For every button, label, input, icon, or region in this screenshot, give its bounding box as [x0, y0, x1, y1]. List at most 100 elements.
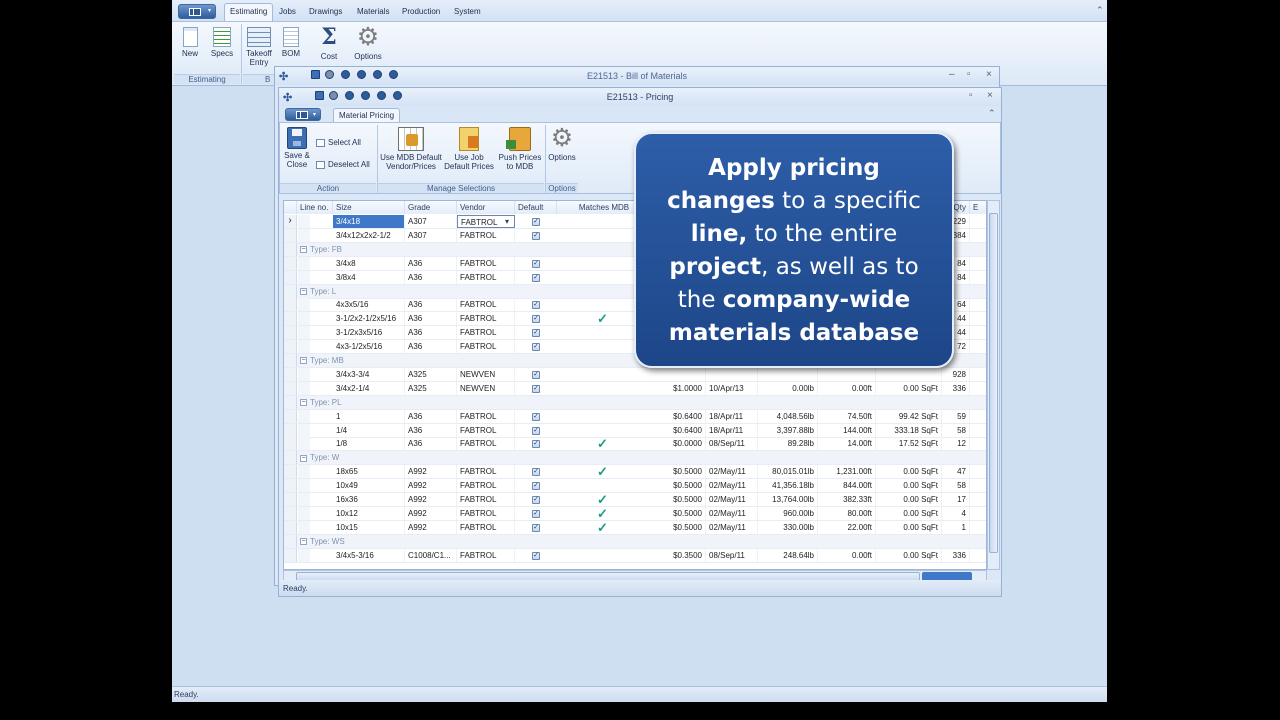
cell-grade[interactable]: A307	[405, 215, 457, 228]
cell-area[interactable]: 0.00 SqFt	[876, 520, 942, 534]
cell-date[interactable]: 10/Apr/13	[706, 381, 758, 395]
table-row[interactable]: 18x65 A992 FABTROL $0.5000 02/May/11 80,015.0…	[284, 464, 986, 480]
cell-price[interactable]: $0.6400	[649, 409, 706, 423]
row-selector[interactable]	[284, 506, 297, 520]
row-selector[interactable]	[284, 381, 297, 395]
cell-qty[interactable]: 1	[942, 520, 970, 534]
cell-size[interactable]: 10x49	[333, 479, 405, 493]
cell-grade[interactable]: A307	[405, 228, 457, 242]
row-selector[interactable]	[284, 228, 297, 242]
cell-qty[interactable]: 58	[942, 423, 970, 437]
tab-jobs[interactable]: Jobs	[279, 7, 296, 16]
cell-qty[interactable]: 336	[942, 381, 970, 395]
group-label[interactable]: − Type: WS	[300, 535, 345, 548]
cell-area[interactable]: 0.00 SqFt	[876, 493, 942, 506]
cell-area[interactable]: 0.00 SqFt	[876, 548, 942, 562]
collapse-group-icon[interactable]: −	[300, 454, 307, 462]
grid-vertical-scrollbar[interactable]	[987, 200, 1000, 570]
cell-grade[interactable]: C1008/C1...	[405, 548, 457, 562]
cell-price[interactable]: $0.6400	[649, 423, 706, 437]
group-row[interactable]: − Type: PL	[284, 395, 986, 410]
cell-date[interactable]: 18/Apr/11	[706, 409, 758, 423]
row-selector[interactable]	[284, 326, 297, 340]
cell-size[interactable]: 3-1/2x3x5/16	[333, 326, 405, 340]
cell-vendor[interactable]: FABTROL	[457, 520, 515, 534]
use-job-default-button[interactable]: Use Job Default Prices	[444, 127, 494, 171]
cell-date[interactable]: 02/May/11	[706, 479, 758, 493]
header-line-no[interactable]: Line no.	[297, 201, 333, 214]
row-selector[interactable]	[284, 298, 297, 312]
cell-weight[interactable]: 41,356.18lb	[758, 479, 818, 493]
cell-area[interactable]: 0.00 SqFt	[876, 381, 942, 395]
default-checkbox[interactable]: ✓	[532, 440, 540, 449]
cell-qty[interactable]: 17	[942, 493, 970, 506]
cell-vendor[interactable]: FABTROL	[457, 326, 515, 340]
cell-qty[interactable]: 4	[942, 506, 970, 520]
cell-qty[interactable]: 12	[942, 437, 970, 451]
cell-vendor[interactable]: FABTROL	[457, 548, 515, 562]
cell-grade[interactable]: A36	[405, 298, 457, 312]
cell-weight[interactable]: 960.00lb	[758, 506, 818, 520]
select-all-button[interactable]: Select All	[316, 138, 361, 147]
pricing-menu-button[interactable]: ▾	[285, 108, 321, 121]
cell-size[interactable]: 1/8	[333, 437, 405, 451]
cell-grade[interactable]: A36	[405, 256, 457, 270]
cell-length[interactable]: 844.00ft	[818, 479, 876, 493]
cell-weight[interactable]: 89.28lb	[758, 437, 818, 451]
group-row[interactable]: − Type: WS	[284, 534, 986, 549]
cell-size[interactable]: 4x3-1/2x5/16	[333, 340, 405, 354]
default-checkbox[interactable]: ✓	[532, 384, 540, 393]
row-selector[interactable]	[284, 284, 297, 298]
maximize-icon[interactable]: ▫	[967, 69, 971, 80]
row-selector[interactable]	[284, 465, 297, 479]
cell-price[interactable]: $0.3500	[649, 548, 706, 562]
group-label[interactable]: − Type: W	[300, 451, 339, 464]
cell-size[interactable]: 3/8x4	[333, 270, 405, 284]
table-row[interactable]: 10x12 A992 FABTROL $0.5000 02/May/11 960.00lb…	[284, 506, 986, 521]
vertical-scroll-thumb[interactable]	[989, 213, 998, 553]
cell-vendor[interactable]: FABTROL	[457, 423, 515, 437]
use-mdb-default-button[interactable]: Use MDB Default Vendor/Prices	[380, 127, 442, 171]
cell-grade[interactable]: A992	[405, 493, 457, 506]
cell-size[interactable]: 3-1/2x2-1/2x5/16	[333, 312, 405, 326]
cell-length[interactable]: 382.33ft	[818, 493, 876, 506]
cell-grade[interactable]: A992	[405, 465, 457, 479]
cell-size[interactable]: 1/4	[333, 423, 405, 437]
cell-size[interactable]: 1	[333, 409, 405, 423]
cell-size[interactable]: 10x15	[333, 520, 405, 534]
cell-weight[interactable]	[758, 367, 818, 381]
close-icon[interactable]: ×	[986, 69, 992, 80]
takeoff-entry-button[interactable]: Takeoff Entry	[244, 27, 274, 67]
cell-size[interactable]: 4x3x5/16	[333, 298, 405, 312]
cell-size[interactable]: 3/4x12x2x2-1/2	[333, 228, 405, 242]
cell-grade[interactable]: A36	[405, 340, 457, 354]
table-row[interactable]: 1/8 A36 FABTROL $0.0000 08/Sep/11 89.28lb 14.0…	[284, 436, 986, 452]
cell-vendor[interactable]: FABTROL	[457, 312, 515, 326]
cell-length[interactable]: 0.00ft	[818, 548, 876, 562]
default-checkbox[interactable]: ✓	[532, 482, 540, 491]
table-row[interactable]: 3/4x3-3/4 A325 NEWVEN 928 ✓	[284, 367, 986, 382]
maximize-icon[interactable]: ▫	[969, 90, 973, 101]
default-checkbox[interactable]: ✓	[532, 551, 540, 560]
row-selector[interactable]	[284, 340, 297, 354]
cell-grade[interactable]: A992	[405, 506, 457, 520]
default-checkbox[interactable]: ✓	[532, 343, 540, 352]
cell-date[interactable]: 02/May/11	[706, 506, 758, 520]
cell-vendor[interactable]: FABTROL	[457, 270, 515, 284]
table-row[interactable]: 3/4x2-1/4 A325 NEWVEN $1.0000 10/Apr/13 0.00l…	[284, 381, 986, 396]
cell-vendor[interactable]: FABTROL	[457, 506, 515, 520]
new-button[interactable]: New	[180, 27, 200, 58]
row-selector[interactable]	[284, 395, 297, 409]
bom-button[interactable]: BOM	[280, 27, 302, 58]
cell-date[interactable]: 02/May/11	[706, 493, 758, 506]
cell-grade[interactable]: A36	[405, 409, 457, 423]
group-label[interactable]: − Type: L	[300, 285, 336, 298]
cell-date[interactable]: 08/Sep/11	[706, 437, 758, 451]
collapse-ribbon-icon[interactable]: ⌃	[988, 108, 996, 119]
cell-length[interactable]: 22.00ft	[818, 520, 876, 534]
close-icon[interactable]: ×	[987, 90, 993, 101]
cell-size[interactable]: 10x12	[333, 506, 405, 520]
cell-size[interactable]: 3/4x5-3/16	[333, 548, 405, 562]
header-size[interactable]: Size	[333, 201, 405, 214]
cell-length[interactable]: 144.00ft	[818, 423, 876, 437]
